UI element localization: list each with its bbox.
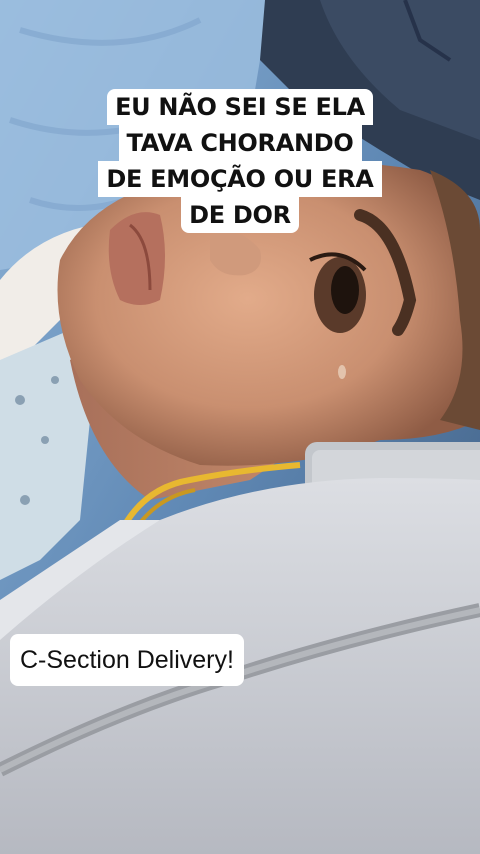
- caption-overlay: EU NÃO SEI SE ELA TAVA CHORANDO DE EMOÇÃ…: [0, 89, 480, 233]
- caption-line-1: EU NÃO SEI SE ELA: [107, 89, 373, 125]
- caption-line-2: TAVA CHORANDO: [118, 125, 362, 161]
- caption-line-3: DE EMOÇÃO OU ERA: [98, 161, 382, 197]
- section-label: C-Section Delivery!: [10, 634, 244, 686]
- caption-line-4: DE DOR: [181, 197, 299, 233]
- video-frame: EU NÃO SEI SE ELA TAVA CHORANDO DE EMOÇÃ…: [0, 0, 480, 854]
